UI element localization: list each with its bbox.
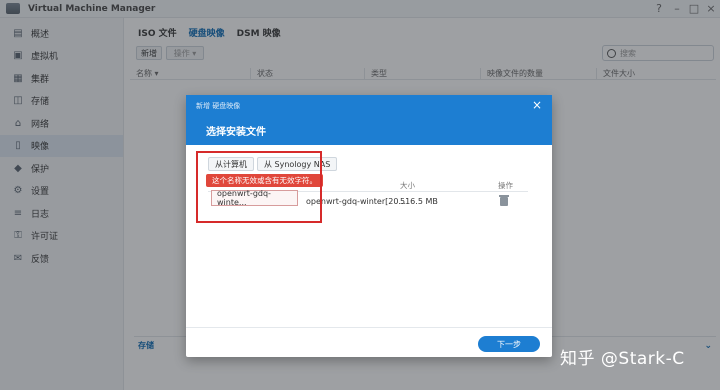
add-disk-image-dialog: 新增 硬盘映像 × 选择安装文件 从计算机 从 Synology NAS 大小 …	[186, 95, 552, 357]
dialog-close-icon[interactable]: ×	[532, 98, 542, 112]
file-size: 516.5 MB	[400, 197, 438, 206]
watermark: 知乎 @Stark-C	[560, 349, 685, 369]
annotation-highlight	[196, 151, 322, 223]
column-action: 操作	[498, 181, 513, 190]
dialog-breadcrumb: 新增 硬盘映像	[196, 102, 241, 110]
delete-icon[interactable]	[499, 195, 509, 206]
dialog-title: 选择安装文件	[206, 127, 266, 138]
next-button[interactable]: 下一步	[478, 336, 540, 352]
column-size: 大小	[400, 181, 415, 190]
dialog-header: 新增 硬盘映像 × 选择安装文件	[186, 95, 552, 145]
dialog-footer: 下一步	[186, 327, 552, 357]
